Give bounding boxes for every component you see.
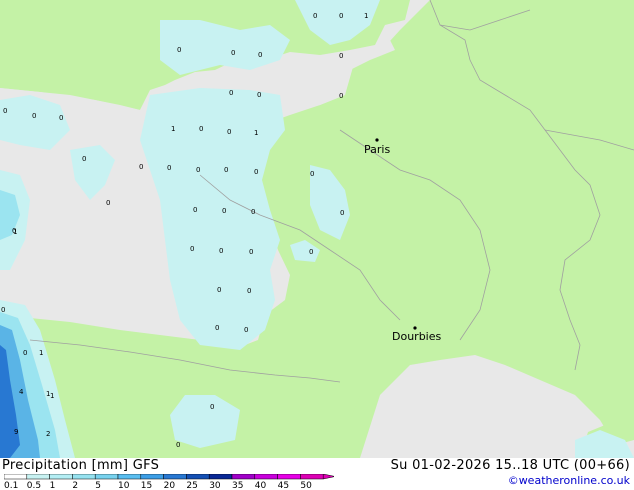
precip-value: 0 [82, 155, 86, 163]
legend-swatch [140, 474, 164, 480]
precip-legend: 0.1 0.5 1 2 5 10 15 20 25 30 35 40 45 50 [4, 474, 334, 490]
precip-value: 1 [50, 392, 54, 400]
legend-swatch [254, 474, 278, 480]
precip-value: 0 [224, 166, 228, 174]
legend-swatch [49, 474, 73, 480]
legend-label: 50 [300, 481, 312, 490]
precip-value: 1 [46, 390, 50, 398]
precip-value: 0 [247, 287, 251, 295]
legend-swatch [26, 474, 50, 480]
precip-value: 0 [251, 208, 255, 216]
precip-value: 0 [254, 168, 258, 176]
precip-value: 0 [309, 248, 313, 256]
precip-value: 1 [171, 125, 175, 133]
credit-link[interactable]: ©weatheronline.co.uk [508, 474, 630, 487]
legend-swatch [94, 474, 119, 480]
precip-value: 0 [340, 209, 344, 217]
precip-value: 0 [257, 91, 261, 99]
legend-arrow [322, 474, 334, 480]
legend-swatch [4, 474, 28, 480]
legend-label: 2 [72, 481, 78, 490]
city-label: Paris [364, 143, 390, 156]
precip-value: 0 [190, 245, 194, 253]
legend-label: 0.5 [27, 481, 41, 490]
legend-label: 35 [232, 481, 243, 490]
precip-value: 1 [364, 12, 368, 20]
precip-value: 2 [46, 430, 50, 438]
legend-label: 20 [164, 481, 176, 490]
map-viewer: 0 0 1 0 0 0 0 0 0 0 0 0 1 0 0 1 0 0 0 0 … [0, 0, 634, 490]
precip-value: 0 [313, 12, 317, 20]
map-title: Precipitation [mm] GFS [2, 458, 160, 473]
legend-label: 15 [141, 481, 152, 490]
legend-label: 1 [50, 481, 56, 490]
legend-swatch [300, 474, 324, 480]
precip-value: 0 [258, 51, 262, 59]
legend-swatch [72, 474, 96, 480]
legend-label: 45 [278, 481, 289, 490]
precip-value: 0 [23, 349, 27, 357]
precip-value: 4 [19, 388, 24, 396]
precip-value: 0 [244, 326, 248, 334]
legend-label: 0.1 [4, 481, 18, 490]
legend-swatch [277, 474, 301, 480]
legend-swatch [186, 474, 210, 480]
precip-value: 0 [199, 125, 203, 133]
precip-value: 1 [39, 349, 43, 357]
precip-value: 0 [227, 128, 231, 136]
city-marker [375, 138, 379, 142]
precip-value: 0 [3, 107, 7, 115]
precip-value: 0 [139, 163, 143, 171]
precip-value: 0 [219, 247, 223, 255]
legend-label: 30 [209, 481, 221, 490]
precip-value: 1 [13, 228, 17, 236]
precip-value: 0 [215, 324, 219, 332]
legend-label: 40 [255, 481, 267, 490]
precip-value: 0 [177, 46, 181, 54]
city-label: Dourbies [392, 330, 442, 343]
legend-swatch [231, 474, 256, 480]
legend-label: 5 [95, 481, 101, 490]
precip-value: 0 [59, 114, 63, 122]
precip-value: 0 [249, 248, 253, 256]
footer-bar: Precipitation [mm] GFS Su 01-02-2026 15.… [0, 458, 634, 490]
precip-value: 0 [193, 206, 197, 214]
precip-value: 0 [217, 286, 221, 294]
legend-swatch [208, 474, 233, 480]
precip-value: 0 [229, 89, 233, 97]
precip-value: 0 [106, 199, 110, 207]
precip-value: 0 [176, 441, 180, 449]
precip-value: 0 [1, 306, 5, 314]
precip-value: 1 [254, 129, 258, 137]
precip-value: 0 [310, 170, 314, 178]
legend-swatch [117, 474, 142, 480]
precip-value: 0 [32, 112, 36, 120]
legend-label: 10 [118, 481, 130, 490]
precip-value: 0 [231, 49, 235, 57]
legend-label: 25 [186, 481, 197, 490]
legend-swatch [163, 474, 187, 480]
precip-value: 0 [339, 52, 343, 60]
precip-value: 9 [14, 428, 18, 436]
precip-value: 0 [196, 166, 200, 174]
forecast-datetime: Su 01-02-2026 15..18 UTC (00+66) [390, 458, 630, 473]
precip-value: 0 [167, 164, 171, 172]
precip-value: 0 [339, 92, 343, 100]
precip-value: 0 [210, 403, 214, 411]
precip-value: 0 [222, 207, 226, 215]
precip-value: 0 [339, 12, 343, 20]
precipitation-map: 0 0 1 0 0 0 0 0 0 0 0 0 1 0 0 1 0 0 0 0 … [0, 0, 634, 458]
